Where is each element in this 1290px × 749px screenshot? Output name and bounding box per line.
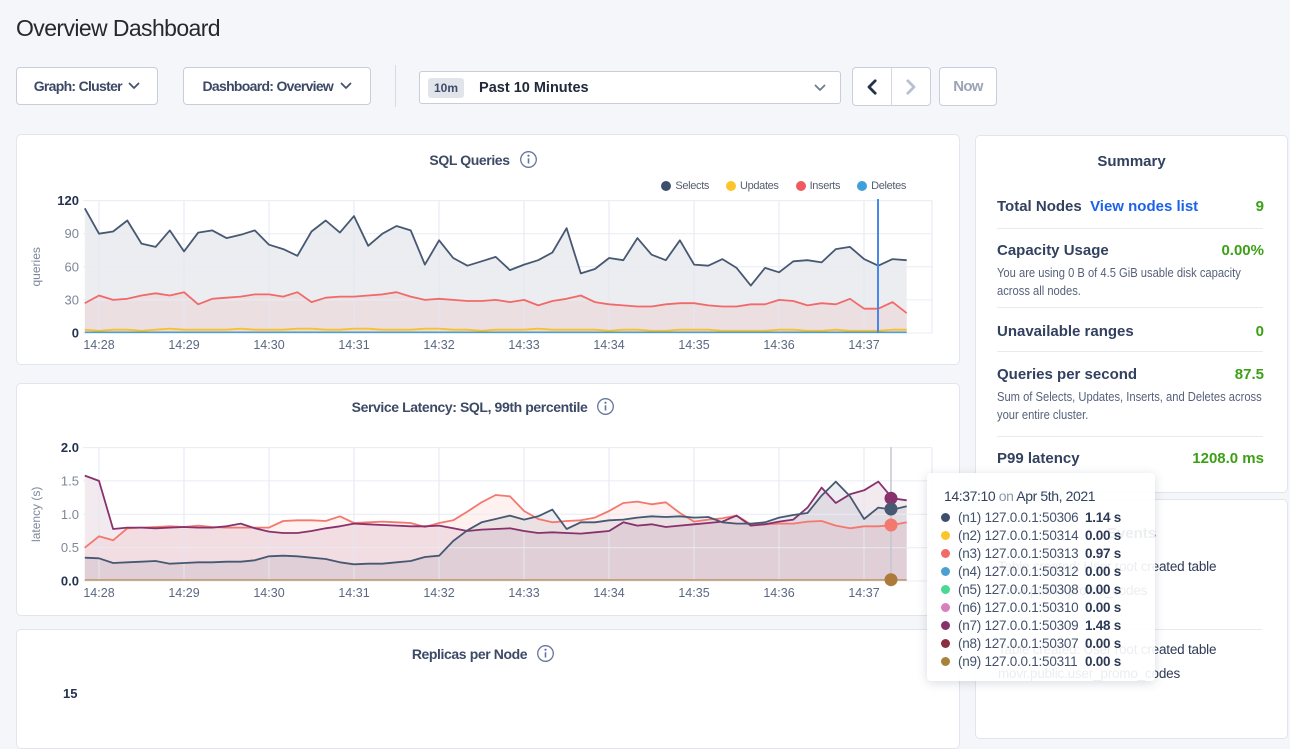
svg-text:14:29: 14:29 xyxy=(168,586,199,600)
svg-text:14:33: 14:33 xyxy=(508,338,539,352)
svg-text:14:32: 14:32 xyxy=(423,338,454,352)
svg-text:14:30: 14:30 xyxy=(253,586,284,600)
svg-text:0.0: 0.0 xyxy=(61,574,79,589)
svg-text:14:28: 14:28 xyxy=(83,586,114,600)
svg-text:120: 120 xyxy=(57,193,79,208)
svg-text:queries: queries xyxy=(29,247,43,286)
svg-text:30: 30 xyxy=(65,292,79,307)
svg-text:60: 60 xyxy=(65,259,79,274)
svg-text:14:29: 14:29 xyxy=(168,338,199,352)
svg-text:0.5: 0.5 xyxy=(61,540,79,555)
svg-text:14:31: 14:31 xyxy=(338,586,369,600)
svg-text:1.5: 1.5 xyxy=(61,473,79,488)
svg-text:14:33: 14:33 xyxy=(508,586,539,600)
svg-text:14:35: 14:35 xyxy=(678,586,709,600)
svg-text:14:34: 14:34 xyxy=(593,586,624,600)
svg-text:14:30: 14:30 xyxy=(253,338,284,352)
svg-text:14:32: 14:32 xyxy=(423,586,454,600)
svg-text:14:37: 14:37 xyxy=(848,586,879,600)
svg-text:14:28: 14:28 xyxy=(83,338,114,352)
svg-text:14:36: 14:36 xyxy=(763,586,794,600)
svg-text:14:36: 14:36 xyxy=(763,338,794,352)
svg-text:0: 0 xyxy=(72,326,79,341)
svg-text:14:35: 14:35 xyxy=(678,338,709,352)
svg-text:90: 90 xyxy=(65,226,79,241)
svg-text:2.0: 2.0 xyxy=(61,440,79,455)
svg-text:latency (s): latency (s) xyxy=(29,487,43,542)
svg-text:14:34: 14:34 xyxy=(593,338,624,352)
svg-text:14:31: 14:31 xyxy=(338,338,369,352)
svg-text:1.0: 1.0 xyxy=(61,507,79,522)
svg-text:14:37: 14:37 xyxy=(848,338,879,352)
